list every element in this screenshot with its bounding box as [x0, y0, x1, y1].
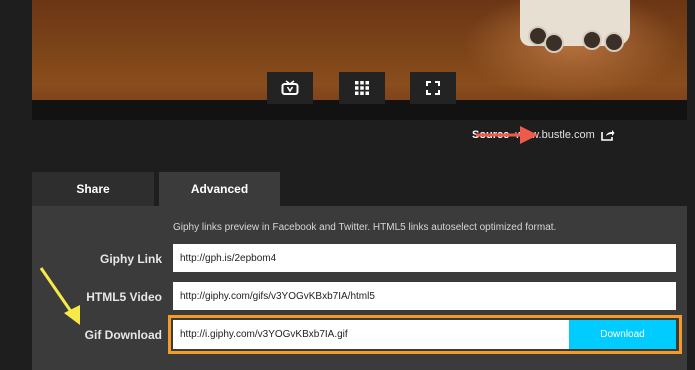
giphy-link-label: Giphy Link: [99, 252, 162, 266]
giphy-link-field[interactable]: http://gph.is/2epbom4: [173, 244, 676, 272]
tab-share[interactable]: Share: [32, 172, 154, 206]
grid-button[interactable]: [339, 72, 385, 104]
source-link[interactable]: www.bustle.com: [515, 129, 594, 141]
tv-icon: [281, 80, 299, 95]
skate-wheel: [582, 30, 602, 50]
gif-download-label: Gif Download: [84, 328, 162, 342]
grid-icon: [355, 81, 369, 95]
gif-download-field[interactable]: http://i.giphy.com/v3YOGvKBxb7IA.gif: [173, 320, 569, 349]
fullscreen-button[interactable]: [410, 72, 456, 104]
advanced-panel: Giphy links preview in Facebook and Twit…: [32, 206, 687, 370]
skate-wheel: [544, 33, 564, 53]
skate-wheel: [604, 32, 624, 52]
download-button[interactable]: Download: [569, 320, 676, 349]
source-label: Source: [472, 129, 510, 141]
info-text: Giphy links preview in Facebook and Twit…: [173, 222, 557, 233]
html5-video-field[interactable]: http://giphy.com/gifs/v3YOGvKBxb7IA/html…: [173, 282, 676, 310]
gif-preview[interactable]: [32, 0, 687, 120]
source-row: Source www.bustle.com: [472, 128, 615, 142]
html5-video-label: HTML5 Video: [86, 290, 162, 304]
tab-advanced[interactable]: Advanced: [159, 172, 280, 206]
tv-button[interactable]: [267, 72, 313, 104]
share-out-icon[interactable]: [600, 129, 615, 141]
fullscreen-icon: [426, 81, 440, 95]
